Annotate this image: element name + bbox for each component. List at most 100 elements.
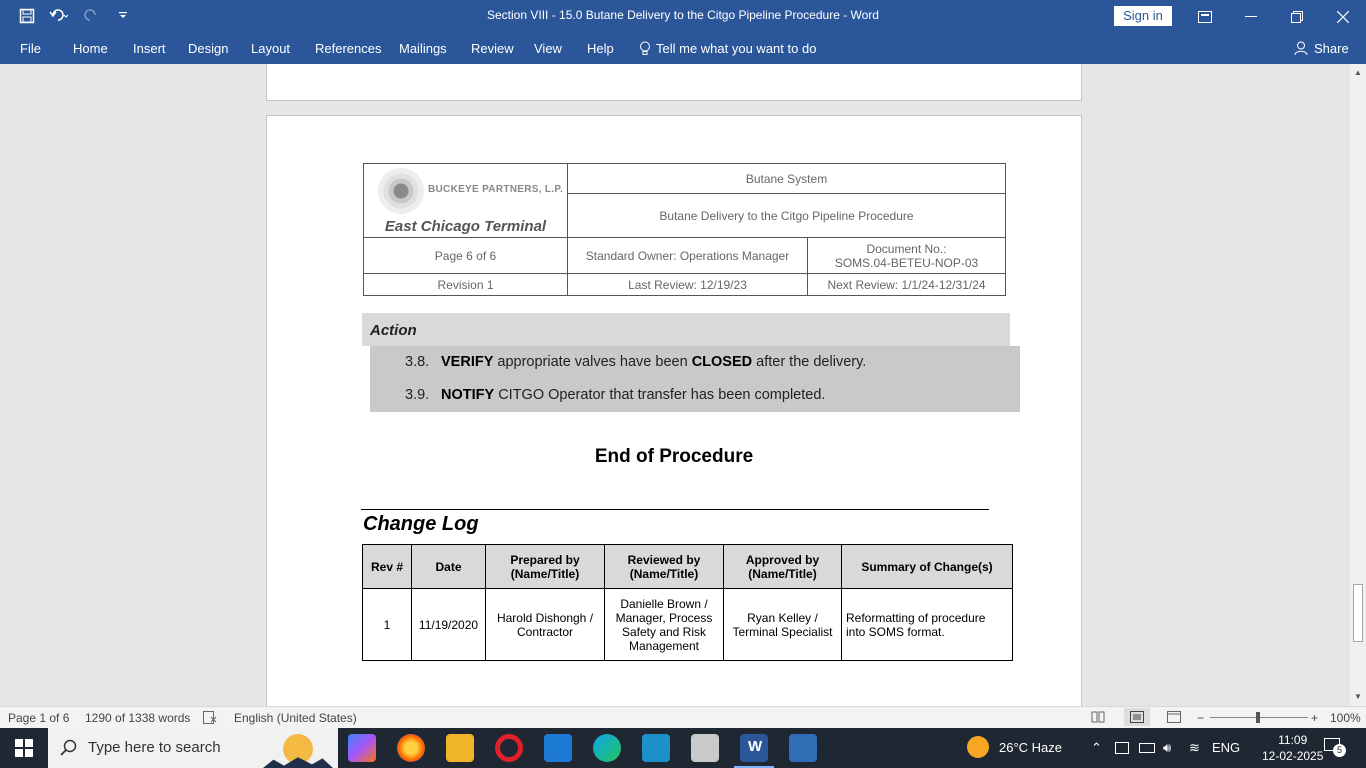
restore-icon[interactable]	[1274, 0, 1320, 33]
search-highlight-icon	[263, 734, 333, 768]
zoom-level[interactable]: 100%	[1330, 711, 1361, 725]
print-layout-icon[interactable]	[1124, 708, 1150, 726]
lightbulb-icon	[640, 41, 650, 55]
person-icon	[1294, 41, 1308, 56]
notification-count: 5	[1333, 744, 1346, 757]
tab-file[interactable]: File	[20, 41, 41, 56]
clock-date: 12-02-2025	[1262, 749, 1324, 763]
opera-icon[interactable]	[495, 734, 523, 762]
col-reviewed-by: Reviewed by (Name/Title)	[604, 544, 724, 589]
taskbar-search[interactable]: Type here to search	[48, 728, 338, 768]
vertical-scrollbar[interactable]: ▲ ▼	[1350, 64, 1366, 706]
show-hidden-icons-icon[interactable]: ⌃	[1091, 740, 1102, 756]
change-log-table: Rev # Date Prepared by (Name/Title) Revi…	[362, 544, 1013, 661]
firefox-icon[interactable]	[397, 734, 425, 762]
tab-mailings[interactable]: Mailings	[399, 41, 447, 56]
zoom-in-icon[interactable]: +	[1311, 711, 1318, 725]
cell-approved-by: Ryan Kelley / Terminal Specialist	[723, 588, 842, 661]
standard-owner: Standard Owner: Operations Manager	[567, 237, 808, 274]
wifi-icon[interactable]: ≋	[1189, 740, 1200, 756]
weather-app-icon[interactable]	[642, 734, 670, 762]
edge-icon[interactable]	[593, 734, 621, 762]
table-row: 1 11/19/2020 Harold Dishongh / Contracto…	[362, 588, 1013, 661]
ribbon-display-options-icon[interactable]	[1182, 0, 1228, 33]
cell-summary: Reformatting of procedure into SOMS form…	[841, 588, 1013, 661]
tab-help[interactable]: Help	[587, 41, 614, 56]
action-steps: 3.8. VERIFY appropriate valves have been …	[370, 346, 1020, 412]
web-layout-icon[interactable]	[1167, 711, 1181, 726]
system-title: Butane System	[567, 163, 1006, 194]
change-log-title: Change Log	[363, 513, 479, 535]
share-label: Share	[1314, 41, 1349, 56]
input-language[interactable]: ENG	[1212, 740, 1240, 755]
search-placeholder: Type here to search	[88, 739, 221, 756]
tab-references[interactable]: References	[315, 41, 381, 56]
close-icon[interactable]	[1320, 0, 1366, 33]
tab-review[interactable]: Review	[471, 41, 514, 56]
col-prepared-by: Prepared by (Name/Title)	[485, 544, 605, 589]
col-summary: Summary of Change(s)	[841, 544, 1013, 589]
previous-page	[266, 64, 1082, 101]
document-page[interactable]: BUCKEYE PARTNERS, L.P. East Chicago Term…	[266, 115, 1082, 706]
tab-design[interactable]: Design	[188, 41, 228, 56]
company-logo-icon	[378, 168, 424, 214]
terminal-name: East Chicago Terminal	[384, 218, 547, 235]
tab-view[interactable]: View	[534, 41, 562, 56]
share-button[interactable]: Share	[1294, 41, 1349, 56]
proofing-icon[interactable]	[203, 711, 217, 727]
battery-icon[interactable]	[1139, 743, 1155, 753]
document-header-table: BUCKEYE PARTNERS, L.P. East Chicago Term…	[363, 163, 1006, 296]
clock[interactable]: 11:09 12-02-2025	[1262, 732, 1323, 764]
tell-me-label: Tell me what you want to do	[656, 41, 817, 56]
step-3-9: 3.9. NOTIFY CITGO Operator that transfer …	[405, 387, 826, 403]
status-bar: Page 1 of 6 1290 of 1338 words English (…	[0, 706, 1366, 728]
remote-desktop-icon[interactable]	[789, 734, 817, 762]
tell-me-search[interactable]: Tell me what you want to do	[639, 41, 816, 56]
file-explorer-icon[interactable]	[446, 734, 474, 762]
end-of-procedure: End of Procedure	[594, 446, 754, 467]
word-icon[interactable]: W	[740, 734, 768, 762]
network-icon[interactable]	[1115, 742, 1129, 754]
sign-in-button[interactable]: Sign in	[1114, 6, 1172, 26]
document-number-label: Document No.:	[866, 241, 947, 256]
weather-text[interactable]: 26°C Haze	[999, 740, 1062, 755]
document-number: SOMS.04-BETEU-NOP-03	[834, 255, 979, 270]
logo-cell: BUCKEYE PARTNERS, L.P. East Chicago Term…	[363, 163, 568, 238]
cell-rev: 1	[362, 588, 412, 661]
taskbar: Type here to search W 26°C Haze ⌃ 🔊︎ ≋ E…	[0, 728, 1366, 768]
document-number-cell: Document No.: SOMS.04-BETEU-NOP-03	[807, 237, 1006, 274]
title-bar: Section VIII - 15.0 Butane Delivery to t…	[0, 0, 1366, 33]
windows-start-icon[interactable]	[0, 728, 48, 768]
procedure-title: Butane Delivery to the Citgo Pipeline Pr…	[567, 193, 1006, 238]
app-window-icon[interactable]	[691, 734, 719, 762]
zoom-slider-thumb[interactable]	[1256, 712, 1260, 723]
zoom-out-icon[interactable]: −	[1197, 711, 1204, 725]
col-approved-by: Approved by (Name/Title)	[723, 544, 842, 589]
document-area[interactable]: BUCKEYE PARTNERS, L.P. East Chicago Term…	[0, 64, 1350, 706]
company-name: BUCKEYE PARTNERS, L.P.	[428, 184, 564, 195]
divider	[361, 509, 989, 510]
scroll-up-icon[interactable]: ▲	[1353, 68, 1363, 78]
scroll-down-icon[interactable]: ▼	[1353, 692, 1363, 702]
page-count[interactable]: Page 1 of 6	[8, 711, 69, 725]
search-icon	[60, 739, 77, 756]
cell-reviewed-by: Danielle Brown / Manager, Process Safety…	[604, 588, 724, 661]
minimize-icon[interactable]	[1228, 0, 1274, 33]
tab-layout[interactable]: Layout	[251, 41, 290, 56]
action-heading: Action	[362, 313, 1010, 346]
language[interactable]: English (United States)	[234, 711, 357, 725]
tab-home[interactable]: Home	[73, 41, 108, 56]
scroll-thumb[interactable]	[1353, 584, 1363, 642]
copilot-icon[interactable]	[348, 734, 376, 762]
mail-icon[interactable]	[544, 734, 572, 762]
cell-date: 11/19/2020	[411, 588, 486, 661]
last-review: Last Review: 12/19/23	[567, 273, 808, 296]
word-count[interactable]: 1290 of 1338 words	[85, 711, 190, 725]
clock-time: 11:09	[1278, 733, 1308, 747]
revision: Revision 1	[363, 273, 568, 296]
weather-icon[interactable]	[967, 736, 989, 758]
tab-insert[interactable]: Insert	[133, 41, 166, 56]
volume-icon[interactable]: 🔊︎	[1163, 740, 1171, 756]
notifications-icon[interactable]: 5	[1324, 738, 1346, 757]
read-mode-icon[interactable]	[1091, 711, 1105, 726]
